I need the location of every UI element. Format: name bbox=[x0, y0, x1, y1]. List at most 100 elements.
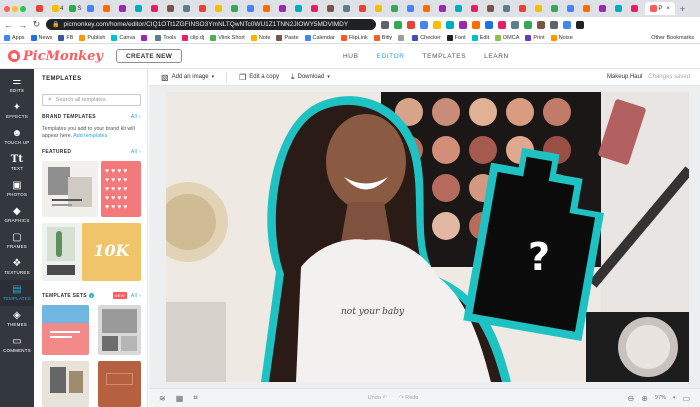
template-set-beige[interactable] bbox=[42, 361, 89, 407]
bookmark-item[interactable]: FB bbox=[58, 34, 73, 41]
extension-icon[interactable] bbox=[498, 20, 506, 29]
browser-tab[interactable] bbox=[325, 2, 339, 15]
browser-tab[interactable] bbox=[373, 2, 387, 15]
browser-tab[interactable] bbox=[469, 2, 483, 15]
extension-icon[interactable] bbox=[407, 20, 415, 29]
browser-tab[interactable] bbox=[485, 2, 499, 15]
browser-tab[interactable] bbox=[85, 2, 99, 15]
browser-tab[interactable] bbox=[34, 2, 48, 15]
browser-tab[interactable] bbox=[437, 2, 451, 15]
browser-tab[interactable] bbox=[597, 2, 611, 15]
address-bar[interactable]: 🔒 picmonkey.com/home/editor/CIQ1OTt1ZGFI… bbox=[46, 19, 376, 30]
browser-tab[interactable] bbox=[293, 2, 307, 15]
bookmark-item[interactable]: clip.dj bbox=[182, 34, 204, 41]
template-set-gray-collage[interactable] bbox=[98, 305, 141, 355]
browser-tab[interactable] bbox=[309, 2, 323, 15]
new-tab-button[interactable]: + bbox=[680, 4, 685, 14]
bookmark-item[interactable]: FlipLink bbox=[340, 34, 368, 41]
browser-tab[interactable]: S bbox=[67, 2, 83, 15]
extension-icon[interactable] bbox=[537, 20, 545, 29]
brand-all-link[interactable]: All › bbox=[131, 114, 141, 120]
sets-all-link[interactable]: All › bbox=[131, 293, 141, 299]
bookmark-item[interactable]: Font bbox=[446, 34, 466, 41]
browser-tab[interactable] bbox=[421, 2, 435, 15]
other-bookmarks[interactable]: Other Bookmarks bbox=[649, 35, 700, 41]
browser-tab[interactable] bbox=[501, 2, 515, 15]
back-icon[interactable]: ← bbox=[4, 20, 13, 30]
browser-tab[interactable] bbox=[581, 2, 595, 15]
browser-tab[interactable] bbox=[101, 2, 115, 15]
info-icon[interactable]: i bbox=[88, 292, 94, 298]
browser-tab[interactable] bbox=[117, 2, 131, 15]
bookmark-item[interactable]: Noise bbox=[550, 34, 573, 41]
project-name[interactable]: Makeup Haul bbox=[607, 74, 642, 80]
extension-icon[interactable] bbox=[381, 20, 389, 29]
grid-icon[interactable]: ▦ bbox=[176, 394, 184, 403]
template-search-input[interactable]: ⌕ Search all templates bbox=[42, 94, 141, 106]
browser-tab[interactable] bbox=[357, 2, 371, 15]
bookmark-item[interactable] bbox=[398, 34, 406, 41]
browser-tab[interactable] bbox=[533, 2, 547, 15]
featured-template-collage[interactable] bbox=[42, 161, 98, 217]
chevron-down-icon[interactable]: ▾ bbox=[673, 395, 676, 401]
browser-tab[interactable] bbox=[629, 2, 643, 15]
sidebar-item-text[interactable]: Tt TEXT bbox=[0, 150, 34, 176]
browser-tab[interactable] bbox=[149, 2, 163, 15]
browser-tab[interactable] bbox=[165, 2, 179, 15]
reload-icon[interactable]: ↻ bbox=[32, 19, 41, 30]
edit-copy-button[interactable]: ❐ Edit a copy bbox=[239, 73, 279, 82]
browser-tab[interactable] bbox=[245, 2, 259, 15]
featured-all-link[interactable]: All › bbox=[131, 149, 141, 155]
browser-tab[interactable] bbox=[565, 2, 579, 15]
browser-tab[interactable] bbox=[613, 2, 627, 15]
bookmark-item[interactable]: Print bbox=[525, 34, 545, 41]
zoom-out-icon[interactable]: ⊖ bbox=[628, 394, 635, 403]
extension-icon[interactable] bbox=[459, 20, 467, 29]
browser-tab[interactable] bbox=[213, 2, 227, 15]
browser-tab[interactable] bbox=[133, 2, 147, 15]
picmonkey-logo[interactable]: PicMonkey bbox=[0, 49, 103, 64]
browser-tab[interactable] bbox=[453, 2, 467, 15]
nav-hub[interactable]: HUB bbox=[343, 53, 359, 60]
redo-button[interactable]: ↷ Redo bbox=[399, 395, 418, 401]
sidebar-item-frames[interactable]: ▢ FRAMES bbox=[0, 228, 34, 254]
browser-tab[interactable] bbox=[229, 2, 243, 15]
bookmark-item[interactable]: Apps bbox=[4, 34, 25, 41]
featured-template-plant[interactable] bbox=[42, 223, 82, 281]
extension-icon[interactable] bbox=[563, 20, 571, 29]
nav-templates[interactable]: TEMPLATES bbox=[423, 53, 467, 60]
browser-tab[interactable] bbox=[405, 2, 419, 15]
window-minimize-dot[interactable] bbox=[12, 5, 18, 12]
bookmark-item[interactable]: Edit bbox=[471, 34, 489, 41]
extension-icon[interactable] bbox=[433, 20, 441, 29]
sidebar-item-graphics[interactable]: ◆ GRAPHICS bbox=[0, 202, 34, 228]
extension-icon[interactable] bbox=[394, 20, 402, 29]
sidebar-item-effects[interactable]: ✦ EFFECTS bbox=[0, 98, 34, 124]
crop-icon[interactable]: ⌗ bbox=[193, 393, 198, 403]
extension-icon[interactable] bbox=[524, 20, 532, 29]
extension-icon[interactable] bbox=[576, 20, 584, 29]
bookmark-item[interactable]: Bitly bbox=[373, 34, 392, 41]
download-button[interactable]: ⤓ Download ▾ bbox=[291, 72, 330, 82]
zoom-level[interactable]: 97% bbox=[655, 395, 666, 401]
image-canvas[interactable]: not your baby ? bbox=[166, 92, 689, 382]
bookmark-item[interactable]: DMCA bbox=[495, 34, 519, 41]
bookmark-item[interactable]: News bbox=[30, 34, 52, 41]
bookmark-item[interactable]: Vlink Short bbox=[210, 34, 245, 41]
extension-icon[interactable] bbox=[420, 20, 428, 29]
nav-learn[interactable]: LEARN bbox=[484, 53, 509, 60]
browser-tab[interactable] bbox=[517, 2, 531, 15]
bookmark-item[interactable]: Checker bbox=[412, 34, 441, 41]
zoom-in-icon[interactable]: ⊕ bbox=[641, 394, 648, 403]
create-new-button[interactable]: CREATE NEW bbox=[115, 49, 183, 63]
layers-icon[interactable]: ≋ bbox=[159, 394, 166, 403]
extension-icon[interactable] bbox=[511, 20, 519, 29]
nav-editor[interactable]: EDITOR bbox=[377, 53, 405, 60]
bookmark-item[interactable]: Note bbox=[250, 34, 270, 41]
browser-tab[interactable] bbox=[197, 2, 211, 15]
window-close-dot[interactable] bbox=[4, 5, 10, 12]
browser-tab[interactable] bbox=[341, 2, 355, 15]
featured-template-hearts[interactable]: ♥ ♥ ♥ ♥ ♥ ♥ ♥ ♥ ♥ ♥ ♥ ♥ ♥ ♥ ♥ ♥ ♥ ♥ ♥ ♥ bbox=[101, 161, 141, 217]
extension-icon[interactable] bbox=[446, 20, 454, 29]
extension-icon[interactable] bbox=[485, 20, 493, 29]
